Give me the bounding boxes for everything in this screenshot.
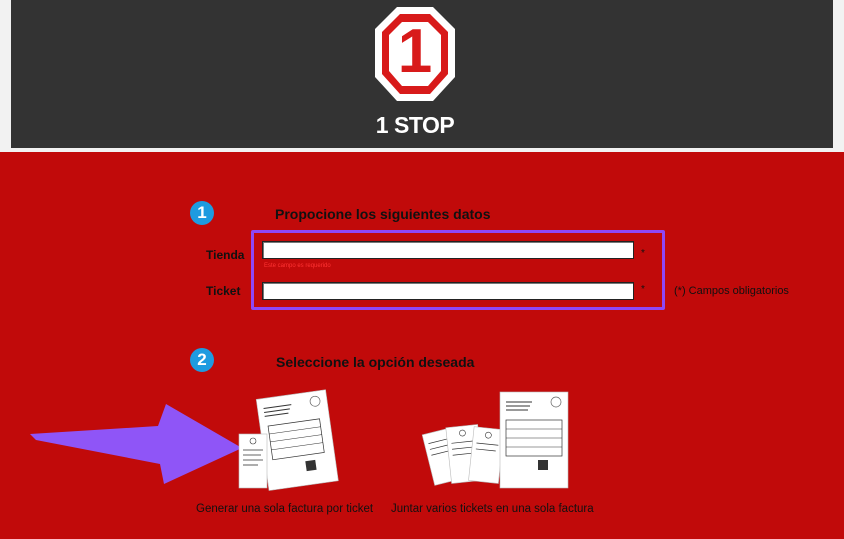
merge-tickets-option-label[interactable]: Juntar varios tickets en una sola factur…: [391, 503, 594, 515]
ticket-label: Ticket: [206, 284, 241, 298]
tienda-required-marker: *: [641, 248, 645, 259]
step-2-title: Seleccione la opción deseada: [276, 354, 475, 370]
single-invoice-option[interactable]: [236, 388, 340, 494]
step-1-icon: 1: [190, 201, 214, 225]
single-invoice-illustration-icon: [238, 389, 339, 491]
ticket-required-marker: *: [641, 284, 645, 295]
merge-tickets-option[interactable]: [420, 388, 572, 494]
step-1-title: Propocione los siguientes datos: [275, 206, 491, 222]
tienda-error-message: Este campo es requerido: [264, 263, 331, 269]
pointer-arrow-icon: [30, 404, 242, 484]
tienda-label: Tienda: [206, 248, 245, 262]
logo-text: 1 STOP: [375, 112, 455, 138]
page-header: 1 1 STOP: [11, 0, 833, 148]
merge-tickets-illustration-icon: [421, 391, 569, 489]
ticket-input[interactable]: [262, 282, 634, 300]
tienda-input[interactable]: [262, 241, 634, 259]
required-fields-note: (*) Campos obligatorios: [674, 285, 789, 297]
logo-number: 1: [397, 17, 433, 86]
single-invoice-option-label[interactable]: Generar una sola factura por ticket: [196, 503, 373, 515]
step-2-icon: 2: [190, 348, 214, 372]
